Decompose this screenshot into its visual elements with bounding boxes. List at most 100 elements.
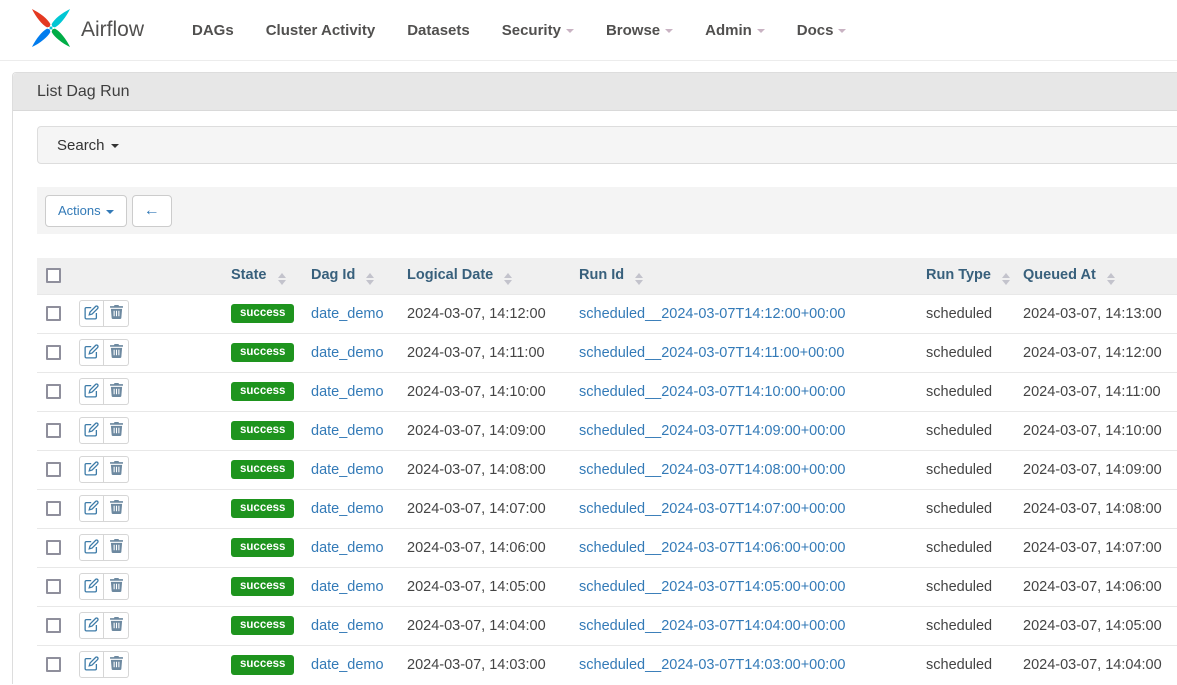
row-actions-cell <box>79 606 231 645</box>
edit-button[interactable] <box>79 300 104 327</box>
dag-id-link[interactable]: date_demo <box>311 501 384 517</box>
nav-item[interactable]: DAGs <box>176 22 250 39</box>
dag-id-cell: date_demo <box>311 294 407 333</box>
run-id-link[interactable]: scheduled__2024-03-07T14:06:00+00:00 <box>579 540 845 556</box>
edit-button[interactable] <box>79 456 104 483</box>
run-id-link[interactable]: scheduled__2024-03-07T14:12:00+00:00 <box>579 306 845 322</box>
row-checkbox[interactable] <box>46 618 61 633</box>
airflow-logo-icon <box>30 7 72 54</box>
edit-button[interactable] <box>79 417 104 444</box>
row-select-cell <box>37 411 79 450</box>
edit-button[interactable] <box>79 651 104 678</box>
back-arrow-icon: ← <box>144 203 160 219</box>
sort-icon <box>504 273 512 285</box>
edit-button[interactable] <box>79 573 104 600</box>
delete-button[interactable] <box>104 573 129 600</box>
column-header[interactable]: Dag Id <box>311 258 407 294</box>
dag-id-link[interactable]: date_demo <box>311 345 384 361</box>
row-checkbox[interactable] <box>46 540 61 555</box>
row-checkbox[interactable] <box>46 423 61 438</box>
trash-icon <box>110 656 123 673</box>
run-type-cell: scheduled <box>926 333 1023 372</box>
edit-button[interactable] <box>79 378 104 405</box>
edit-pencil-icon <box>84 617 99 635</box>
row-checkbox[interactable] <box>46 384 61 399</box>
search-dropdown[interactable]: Search <box>37 126 1177 164</box>
delete-button[interactable] <box>104 417 129 444</box>
edit-button[interactable] <box>79 339 104 366</box>
state-cell: success <box>231 606 311 645</box>
dag-id-link[interactable]: date_demo <box>311 384 384 400</box>
column-header[interactable]: Run Type <box>926 258 1023 294</box>
table-header-row: State Dag Id Logical Date Run Id Run Typ… <box>37 258 1177 294</box>
select-all-cell <box>37 258 79 294</box>
nav-item[interactable]: Datasets <box>391 22 486 39</box>
logical-date-cell: 2024-03-07, 14:06:00 <box>407 528 579 567</box>
row-actions-cell <box>79 528 231 567</box>
back-button[interactable]: ← <box>132 195 172 227</box>
row-checkbox[interactable] <box>46 579 61 594</box>
dag-id-link[interactable]: date_demo <box>311 657 384 673</box>
edit-button[interactable] <box>79 495 104 522</box>
dag-id-link[interactable]: date_demo <box>311 423 384 439</box>
row-checkbox[interactable] <box>46 501 61 516</box>
dag-id-link[interactable]: date_demo <box>311 540 384 556</box>
dag-id-link[interactable]: date_demo <box>311 462 384 478</box>
edit-button[interactable] <box>79 612 104 639</box>
logical-date-cell: 2024-03-07, 14:04:00 <box>407 606 579 645</box>
run-id-link[interactable]: scheduled__2024-03-07T14:10:00+00:00 <box>579 384 845 400</box>
nav-item[interactable]: Docs <box>781 22 863 39</box>
delete-button[interactable] <box>104 612 129 639</box>
table-row: success date_demo 2024-03-07, 14:06:00 s… <box>37 528 1177 567</box>
row-checkbox[interactable] <box>46 657 61 672</box>
dag-id-link[interactable]: date_demo <box>311 618 384 634</box>
row-checkbox[interactable] <box>46 306 61 321</box>
airflow-brand[interactable]: Airflow <box>30 7 144 54</box>
run-id-link[interactable]: scheduled__2024-03-07T14:09:00+00:00 <box>579 423 845 439</box>
delete-button[interactable] <box>104 534 129 561</box>
main-nav: DAGs Cluster Activity Datasets Security … <box>176 22 862 39</box>
navbar: Airflow DAGs Cluster Activity Datasets S… <box>0 0 1177 61</box>
delete-button[interactable] <box>104 456 129 483</box>
run-id-link[interactable]: scheduled__2024-03-07T14:11:00+00:00 <box>579 345 844 361</box>
run-id-link[interactable]: scheduled__2024-03-07T14:03:00+00:00 <box>579 657 845 673</box>
sort-icon <box>278 273 286 285</box>
edit-pencil-icon <box>84 383 99 401</box>
dag-id-cell: date_demo <box>311 450 407 489</box>
run-id-link[interactable]: scheduled__2024-03-07T14:05:00+00:00 <box>579 579 845 595</box>
select-all-checkbox[interactable] <box>46 268 61 283</box>
logical-date-cell: 2024-03-07, 14:03:00 <box>407 645 579 684</box>
column-header[interactable]: State <box>231 258 311 294</box>
row-select-cell <box>37 333 79 372</box>
edit-pencil-icon <box>84 656 99 674</box>
row-checkbox[interactable] <box>46 345 61 360</box>
nav-item[interactable]: Browse <box>590 22 689 39</box>
run-id-link[interactable]: scheduled__2024-03-07T14:04:00+00:00 <box>579 618 845 634</box>
edit-button[interactable] <box>79 534 104 561</box>
delete-button[interactable] <box>104 378 129 405</box>
chevron-down-icon <box>838 29 846 33</box>
state-cell: success <box>231 567 311 606</box>
delete-button[interactable] <box>104 339 129 366</box>
dag-id-link[interactable]: date_demo <box>311 579 384 595</box>
delete-button[interactable] <box>104 651 129 678</box>
actions-button[interactable]: Actions <box>45 195 127 227</box>
table-row: success date_demo 2024-03-07, 14:08:00 s… <box>37 450 1177 489</box>
run-id-link[interactable]: scheduled__2024-03-07T14:08:00+00:00 <box>579 462 845 478</box>
run-type-cell: scheduled <box>926 372 1023 411</box>
nav-item[interactable]: Cluster Activity <box>250 22 391 39</box>
delete-button[interactable] <box>104 495 129 522</box>
dag-id-link[interactable]: date_demo <box>311 306 384 322</box>
column-header[interactable]: Run Id <box>579 258 926 294</box>
run-id-link[interactable]: scheduled__2024-03-07T14:07:00+00:00 <box>579 501 845 517</box>
column-header[interactable]: Queued At <box>1023 258 1177 294</box>
dag-id-cell: date_demo <box>311 645 407 684</box>
queued-at-cell: 2024-03-07, 14:13:00 <box>1023 294 1177 333</box>
nav-item[interactable]: Security <box>486 22 590 39</box>
nav-item[interactable]: Admin <box>689 22 781 39</box>
page-title: List Dag Run <box>13 73 1177 111</box>
row-select-cell <box>37 528 79 567</box>
column-header[interactable]: Logical Date <box>407 258 579 294</box>
delete-button[interactable] <box>104 300 129 327</box>
row-checkbox[interactable] <box>46 462 61 477</box>
